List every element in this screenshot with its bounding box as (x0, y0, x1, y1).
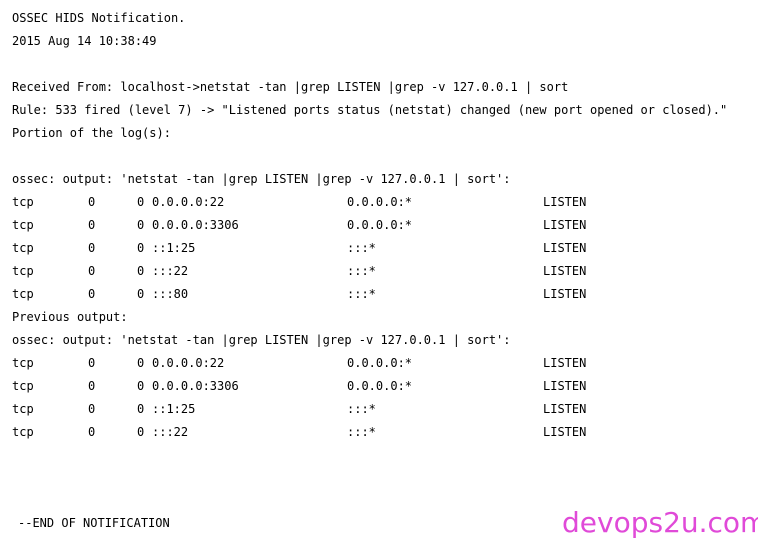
cell-local-address: 0.0.0.0:22 (152, 195, 225, 209)
cell-state: LISTEN (543, 402, 587, 416)
table-row: tcp 0 0 :::80 :::* LISTEN (0, 286, 758, 302)
cell-foreign-address: :::* (347, 425, 376, 439)
cell-proto: tcp (12, 195, 34, 209)
table-row: tcp 0 0 0.0.0.0:3306 0.0.0.0:* LISTEN (0, 217, 758, 233)
cell-local-address: :::22 (152, 264, 189, 278)
table-row: tcp 0 0 0.0.0.0:22 0.0.0.0:* LISTEN (0, 194, 758, 210)
cell-local-address: ::1:25 (152, 402, 196, 416)
cell-foreign-address: :::* (347, 264, 376, 278)
cell-send-q: 0 (137, 356, 145, 370)
cell-send-q: 0 (137, 287, 145, 301)
cell-send-q: 0 (137, 379, 145, 393)
table-row: tcp 0 0 ::1:25 :::* LISTEN (0, 401, 758, 417)
cell-recv-q: 0 (88, 218, 96, 232)
cell-state: LISTEN (543, 425, 587, 439)
cell-state: LISTEN (543, 195, 587, 209)
table-row: tcp 0 0 ::1:25 :::* LISTEN (0, 240, 758, 256)
cell-recv-q: 0 (88, 241, 96, 255)
current-output-header: ossec: output: 'netstat -tan |grep LISTE… (12, 172, 511, 186)
rule-line: Rule: 533 fired (level 7) -> "Listened p… (12, 103, 728, 117)
cell-state: LISTEN (543, 356, 587, 370)
cell-local-address: :::22 (152, 425, 189, 439)
cell-recv-q: 0 (88, 425, 96, 439)
notification-title: OSSEC HIDS Notification. (12, 11, 186, 25)
received-from-line: Received From: localhost->netstat -tan |… (12, 80, 569, 94)
cell-foreign-address: 0.0.0.0:* (347, 218, 413, 232)
cell-recv-q: 0 (88, 356, 96, 370)
cell-recv-q: 0 (88, 287, 96, 301)
previous-output-label: Previous output: (12, 310, 128, 324)
cell-foreign-address: :::* (347, 241, 376, 255)
cell-foreign-address: 0.0.0.0:* (347, 379, 413, 393)
cell-send-q: 0 (137, 241, 145, 255)
cell-proto: tcp (12, 379, 34, 393)
cell-foreign-address: 0.0.0.0:* (347, 356, 413, 370)
table-row: tcp 0 0 :::22 :::* LISTEN (0, 424, 758, 440)
cell-proto: tcp (12, 402, 34, 416)
previous-output-header: ossec: output: 'netstat -tan |grep LISTE… (12, 333, 511, 347)
cell-local-address: 0.0.0.0:3306 (152, 379, 239, 393)
cell-local-address: ::1:25 (152, 241, 196, 255)
cell-state: LISTEN (543, 264, 587, 278)
cell-foreign-address: 0.0.0.0:* (347, 195, 413, 209)
cell-recv-q: 0 (88, 264, 96, 278)
cell-state: LISTEN (543, 287, 587, 301)
cell-send-q: 0 (137, 402, 145, 416)
cell-send-q: 0 (137, 195, 145, 209)
cell-local-address: :::80 (152, 287, 189, 301)
cell-foreign-address: :::* (347, 287, 376, 301)
cell-proto: tcp (12, 218, 34, 232)
table-row: tcp 0 0 :::22 :::* LISTEN (0, 263, 758, 279)
cell-state: LISTEN (543, 241, 587, 255)
cell-send-q: 0 (137, 218, 145, 232)
notification-timestamp: 2015 Aug 14 10:38:49 (12, 34, 157, 48)
cell-proto: tcp (12, 425, 34, 439)
cell-proto: tcp (12, 287, 34, 301)
cell-proto: tcp (12, 356, 34, 370)
cell-foreign-address: :::* (347, 402, 376, 416)
cell-local-address: 0.0.0.0:3306 (152, 218, 239, 232)
portion-of-logs-line: Portion of the log(s): (12, 126, 171, 140)
cell-state: LISTEN (543, 379, 587, 393)
watermark-logo: devops2u.com (562, 506, 758, 539)
table-row: tcp 0 0 0.0.0.0:3306 0.0.0.0:* LISTEN (0, 378, 758, 394)
end-of-notification: --END OF NOTIFICATION (18, 516, 170, 530)
cell-recv-q: 0 (88, 402, 96, 416)
cell-proto: tcp (12, 241, 34, 255)
cell-local-address: 0.0.0.0:22 (152, 356, 225, 370)
cell-send-q: 0 (137, 264, 145, 278)
table-row: tcp 0 0 0.0.0.0:22 0.0.0.0:* LISTEN (0, 355, 758, 371)
cell-recv-q: 0 (88, 379, 96, 393)
cell-recv-q: 0 (88, 195, 96, 209)
cell-state: LISTEN (543, 218, 587, 232)
cell-proto: tcp (12, 264, 34, 278)
cell-send-q: 0 (137, 425, 145, 439)
